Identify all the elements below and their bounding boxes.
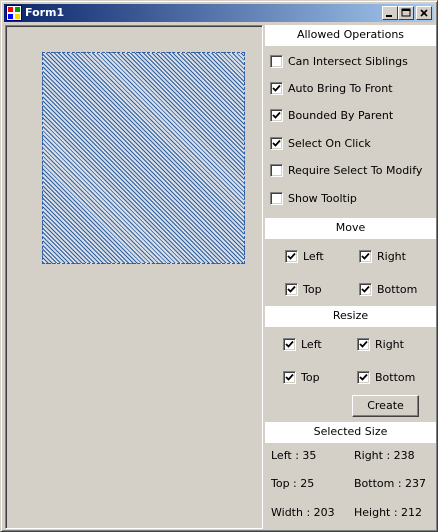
checkbox-label: Select On Click (288, 137, 371, 150)
checkmark-icon (287, 252, 296, 260)
checkbox-label: Left (303, 250, 324, 263)
create-button[interactable]: Create (352, 395, 419, 417)
options-panel: Allowed Operations Can Intersect Sibling… (265, 25, 436, 529)
checkbox-box (270, 137, 283, 150)
checkmark-icon (285, 340, 294, 348)
checkbox-box (357, 371, 370, 384)
resize-header: Resize (265, 306, 436, 327)
checkmark-icon (272, 139, 281, 147)
app-icon (6, 5, 22, 21)
checkbox-label: Right (377, 250, 406, 263)
checkbox-label: Bottom (377, 283, 418, 296)
checkbox-box (270, 55, 283, 68)
allowed-operations-header: Allowed Operations (265, 25, 436, 46)
canvas-inner (6, 26, 262, 528)
selected-right-value: Right : 238 (354, 449, 415, 462)
selectable-shape[interactable] (42, 52, 245, 264)
checkbox-box (283, 371, 296, 384)
title-bar[interactable]: Form1 (4, 4, 434, 22)
checkbox-label: Show Tooltip (288, 192, 357, 205)
checkbox-label: Top (303, 283, 322, 296)
selected-size-header: Selected Size (265, 422, 436, 443)
checkbox-box (285, 283, 298, 296)
close-button[interactable] (416, 6, 432, 20)
maximize-icon (401, 8, 411, 17)
checkbox-label: Require Select To Modify (288, 164, 423, 177)
checkbox-box (285, 250, 298, 263)
move-header: Move (265, 218, 436, 239)
checkbox-box (359, 250, 372, 263)
checkbox-label: Auto Bring To Front (288, 82, 393, 95)
checkmark-icon (272, 84, 281, 92)
checkbox-label: Bottom (375, 371, 416, 384)
checkmark-icon (272, 111, 281, 119)
selected-height-value: Height : 212 (354, 506, 423, 519)
checkbox-label: Bounded By Parent (288, 109, 394, 122)
checkmark-icon (359, 373, 368, 381)
window-title: Form1 (25, 6, 65, 19)
selected-top-value: Top : 25 (271, 477, 315, 490)
checkbox-box (270, 82, 283, 95)
maximize-button[interactable] (398, 6, 414, 20)
checkmark-icon (361, 285, 370, 293)
selected-bottom-value: Bottom : 237 (354, 477, 427, 490)
checkbox-box (357, 338, 370, 351)
checkbox-box (270, 192, 283, 205)
close-icon (420, 9, 428, 17)
checkbox-label: Left (301, 338, 322, 351)
minimize-icon (386, 15, 392, 17)
checkbox-box (359, 283, 372, 296)
selected-left-value: Left : 35 (271, 449, 317, 462)
checkbox-label: Right (375, 338, 404, 351)
checkbox-box (270, 164, 283, 177)
main-window: Form1 Allowed Operations Can Intersect S… (0, 0, 438, 532)
drawing-canvas[interactable] (5, 25, 263, 529)
checkbox-box (283, 338, 296, 351)
checkmark-icon (359, 340, 368, 348)
checkbox-label: Can Intersect Siblings (288, 55, 408, 68)
checkmark-icon (361, 252, 370, 260)
selected-width-value: Width : 203 (271, 506, 335, 519)
checkbox-label: Top (301, 371, 320, 384)
minimize-button[interactable] (382, 6, 398, 20)
checkmark-icon (287, 285, 296, 293)
checkbox-box (270, 109, 283, 122)
checkmark-icon (285, 373, 294, 381)
